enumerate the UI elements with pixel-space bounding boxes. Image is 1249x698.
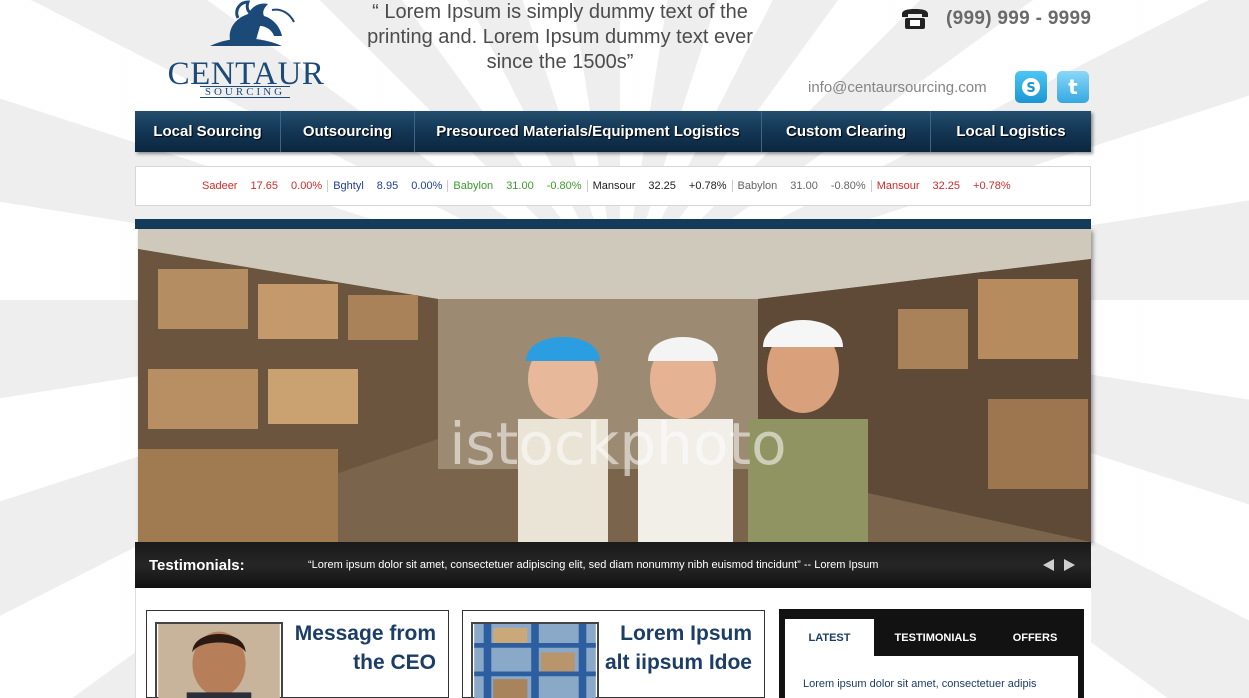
svg-text:t: t xyxy=(1068,75,1078,99)
tab-testimonials[interactable]: TESTIMONIALS xyxy=(884,619,987,656)
tab-latest[interactable]: LATEST xyxy=(785,619,874,656)
ticker-change: 0.00% xyxy=(411,180,443,192)
ticker-price: 8.95 xyxy=(376,180,399,192)
phone-number: (999) 999 - 9999 xyxy=(946,8,1092,29)
warehouse-photo: istockphoto xyxy=(138,229,1091,542)
nav-local-sourcing[interactable]: Local Sourcing xyxy=(135,111,281,152)
ticker-price: 32.25 xyxy=(648,180,676,192)
nav-local-logistics[interactable]: Local Logistics xyxy=(931,111,1091,152)
tab-content-text: Lorem ipsum dolor sit amet, consectetuer… xyxy=(803,678,1037,690)
nav-presourced-logistics[interactable]: Presourced Materials/Equipment Logistics xyxy=(415,111,762,152)
ticker-name: Babylon xyxy=(453,180,494,192)
ceo-message-card[interactable]: Message from the CEO xyxy=(146,610,449,698)
ticker-change: -0.80% xyxy=(546,180,582,192)
main-nav: Local Sourcing Outsourcing Presourced Ma… xyxy=(135,111,1091,152)
twitter-button[interactable]: t xyxy=(1057,71,1089,103)
ceo-photo xyxy=(155,622,283,698)
ticker-change: +0.78% xyxy=(688,180,727,192)
ticker-name: Babylon xyxy=(737,180,778,192)
ticker-name: Bghtyl xyxy=(333,180,364,192)
centaur-logo-icon xyxy=(210,0,295,46)
ticker-item[interactable]: Mansour 32.25 +0.78% xyxy=(872,180,1016,192)
ticker-change: +0.78% xyxy=(973,180,1011,192)
watermark-text: istockphoto xyxy=(449,410,786,478)
ticker-price: 32.25 xyxy=(932,180,961,192)
telephone-icon xyxy=(902,9,928,29)
ticker-item[interactable]: Mansour 32.25 +0.78% xyxy=(588,180,733,192)
warehouse-card[interactable]: Lorem Ipsum alt iipsum Idoe xyxy=(462,610,765,698)
ticker-price: 31.00 xyxy=(506,180,534,192)
stock-ticker: Sadeer 17.65 0.00% Bghtyl 8.95 0.00% Babylon 31… xyxy=(135,166,1091,206)
ticker-name: Mansour xyxy=(876,180,920,192)
ceo-message-title: Message from the CEO xyxy=(294,622,436,674)
tab-offers[interactable]: OFFERS xyxy=(999,619,1071,656)
twitter-icon: t xyxy=(1068,75,1078,99)
ticker-item[interactable]: Sadeer 17.65 0.00% xyxy=(197,180,329,192)
prev-arrow-icon[interactable] xyxy=(1043,559,1054,571)
hero-top-bar xyxy=(135,219,1091,229)
ticker-change: -0.80% xyxy=(830,180,866,192)
skype-icon: S xyxy=(1022,78,1040,96)
hero-image: istockphoto xyxy=(138,229,1091,542)
next-arrow-icon[interactable] xyxy=(1064,559,1075,571)
testimonials-bar: Testimonials: “Lorem ipsum dolor sit ame… xyxy=(135,542,1091,588)
ticker-price: 17.65 xyxy=(250,180,279,192)
logo[interactable]: CENTAUR SOURCING xyxy=(160,0,330,100)
ticker-item[interactable]: Bghtyl 8.95 0.00% xyxy=(328,180,449,192)
phone-contact: (999) 999 - 9999 xyxy=(900,6,1091,32)
shelves-photo xyxy=(471,622,599,698)
tabs-widget: LATEST TESTIMONIALS OFFERS Lorem ipsum d… xyxy=(779,609,1084,698)
nav-custom-clearing[interactable]: Custom Clearing xyxy=(762,111,931,152)
email-link[interactable]: info@centaursourcing.com xyxy=(808,79,987,96)
warehouse-card-title: Lorem Ipsum alt iipsum Idoe xyxy=(604,622,752,674)
testimonials-label: Testimonials: xyxy=(149,556,245,574)
ticker-item[interactable]: Babylon 31.00 -0.80% xyxy=(733,180,872,192)
ticker-change: 0.00% xyxy=(291,180,323,192)
testimonial-quote: “Lorem ipsum dolor sit amet, consectetue… xyxy=(308,559,879,571)
nav-outsourcing[interactable]: Outsourcing xyxy=(281,111,415,152)
ticker-name: Mansour xyxy=(592,180,636,192)
tab-content: Lorem ipsum dolor sit amet, consectetuer… xyxy=(785,656,1078,698)
page: CENTAUR SOURCING “ Lorem Ipsum is simply… xyxy=(0,0,1249,698)
svg-text:S: S xyxy=(1026,81,1035,96)
logo-subtitle: SOURCING xyxy=(200,86,290,98)
skype-button[interactable]: S xyxy=(1015,71,1047,103)
header-quote: “ Lorem Ipsum is simply dummy text of th… xyxy=(367,1,753,73)
ticker-item[interactable]: Babylon 31.00 -0.80% xyxy=(448,180,588,192)
ticker-price: 31.00 xyxy=(790,180,818,192)
ticker-name: Sadeer xyxy=(202,180,238,192)
